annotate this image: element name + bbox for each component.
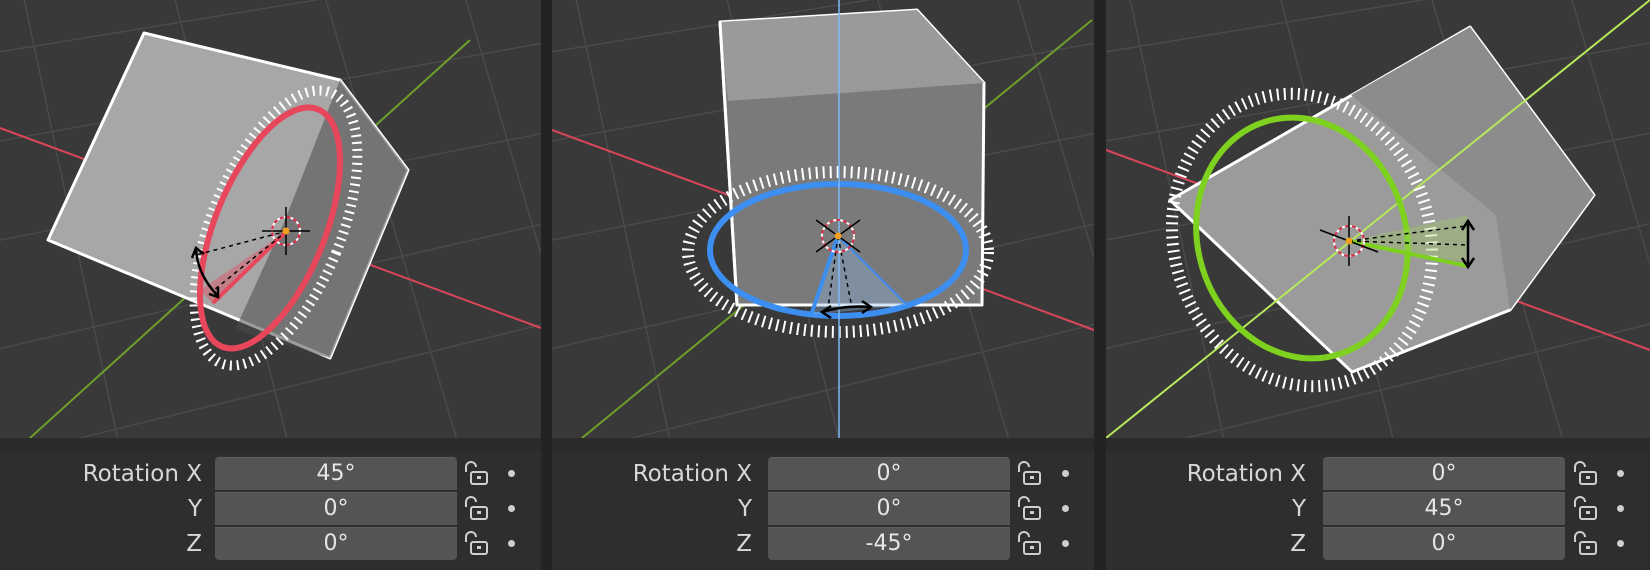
lock-open-icon[interactable]: [1014, 496, 1042, 522]
rotation-y-field[interactable]: 0°: [215, 492, 457, 525]
transform-properties: Rotation X 0° Y 45° Z 0°: [1106, 451, 1650, 570]
axis-label-y: Y: [737, 496, 752, 522]
keyframe-dot-icon[interactable]: [1617, 470, 1624, 477]
lock-open-icon[interactable]: [461, 461, 489, 487]
viewport-3d[interactable]: [552, 0, 1094, 438]
rotation-comparison: Rotation X 45° Y 0° Z 0° Rotation X 0° Y…: [0, 0, 1650, 570]
lock-open-icon[interactable]: [1014, 461, 1042, 487]
keyframe-dot-icon[interactable]: [1617, 540, 1624, 547]
transform-properties: Rotation X 0° Y 0° Z -45°: [552, 451, 1094, 570]
axis-label-z: Z: [186, 531, 202, 557]
viewport-3d[interactable]: [0, 0, 541, 438]
keyframe-dot-icon[interactable]: [508, 470, 515, 477]
rotation-label: Rotation X: [632, 461, 752, 487]
axis-label-y: Y: [187, 496, 202, 522]
keyframe-dot-icon[interactable]: [1617, 505, 1624, 512]
lock-open-icon[interactable]: [1570, 461, 1598, 487]
rotation-z-field[interactable]: 0°: [215, 527, 457, 560]
rotation-z-field[interactable]: -45°: [768, 527, 1010, 560]
rotation-x-field[interactable]: 0°: [1323, 457, 1565, 490]
rotation-y-field[interactable]: 45°: [1323, 492, 1565, 525]
keyframe-dot-icon[interactable]: [508, 540, 515, 547]
rotation-x-field[interactable]: 0°: [768, 457, 1010, 490]
keyframe-dot-icon[interactable]: [1062, 540, 1069, 547]
rotation-x-field[interactable]: 45°: [215, 457, 457, 490]
axis-label-z: Z: [1290, 531, 1306, 557]
lock-open-icon[interactable]: [1014, 531, 1042, 557]
keyframe-dot-icon[interactable]: [508, 505, 515, 512]
panel-rotate-x: Rotation X 45° Y 0° Z 0°: [0, 0, 541, 570]
panel-rotate-y: Rotation X 0° Y 45° Z 0°: [1106, 0, 1650, 570]
lock-open-icon[interactable]: [1570, 496, 1598, 522]
lock-open-icon[interactable]: [1570, 531, 1598, 557]
keyframe-dot-icon[interactable]: [1062, 470, 1069, 477]
rotation-y-field[interactable]: 0°: [768, 492, 1010, 525]
rotation-z-field[interactable]: 0°: [1323, 527, 1565, 560]
transform-properties: Rotation X 45° Y 0° Z 0°: [0, 451, 541, 570]
viewport-3d[interactable]: [1106, 0, 1650, 438]
panel-rotate-z: Rotation X 0° Y 0° Z -45°: [552, 0, 1094, 570]
rotation-label: Rotation X: [1186, 461, 1306, 487]
keyframe-dot-icon[interactable]: [1062, 505, 1069, 512]
axis-label-y: Y: [1291, 496, 1306, 522]
lock-open-icon[interactable]: [461, 531, 489, 557]
axis-label-z: Z: [736, 531, 752, 557]
lock-open-icon[interactable]: [461, 496, 489, 522]
rotation-label: Rotation X: [82, 461, 202, 487]
